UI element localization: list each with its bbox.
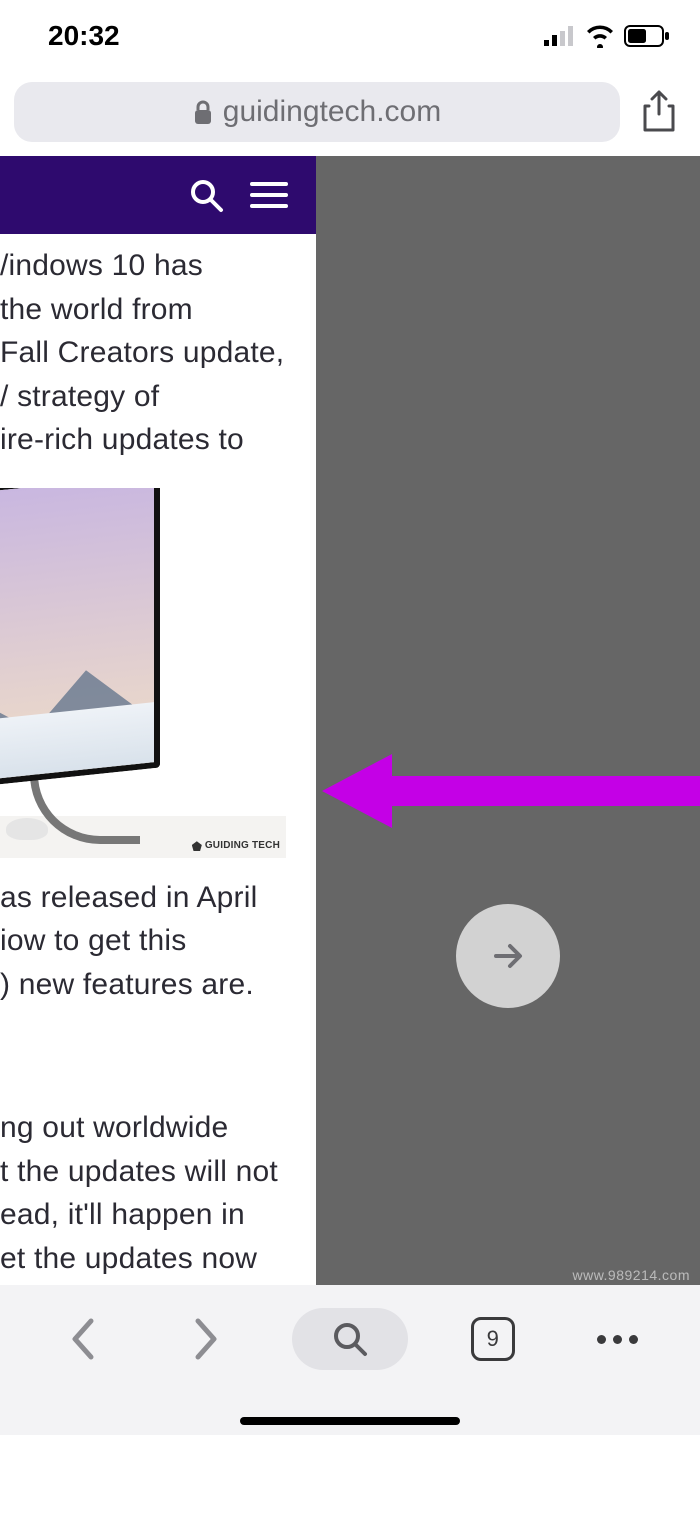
status-indicators bbox=[544, 24, 670, 48]
ellipsis-icon bbox=[597, 1335, 638, 1344]
status-bar: 20:32 bbox=[0, 0, 700, 72]
url-text: guidingtech.com bbox=[223, 95, 441, 129]
text-line: ) new features are. bbox=[0, 968, 254, 1001]
tab-count: 9 bbox=[487, 1326, 499, 1352]
hamburger-icon[interactable] bbox=[250, 180, 288, 210]
text-line: t the updates will not bbox=[0, 1155, 278, 1188]
text-line: et the updates now bbox=[0, 1242, 257, 1275]
more-button[interactable] bbox=[578, 1309, 658, 1369]
home-indicator[interactable] bbox=[240, 1417, 460, 1425]
article-image: GUIDING TECH bbox=[0, 488, 286, 858]
page-watermark: www.989214.com bbox=[572, 1267, 690, 1283]
clock: 20:32 bbox=[48, 20, 120, 52]
lock-icon bbox=[193, 99, 213, 125]
address-bar-row: guidingtech.com bbox=[0, 72, 700, 156]
forward-nav-indicator bbox=[456, 904, 560, 1008]
forward-button[interactable] bbox=[167, 1309, 247, 1369]
text-line: as released in April bbox=[0, 881, 257, 914]
search-icon[interactable] bbox=[188, 177, 224, 213]
article-body: /indows 10 has the world from Fall Creat… bbox=[0, 234, 316, 1280]
text-line: the world from bbox=[0, 293, 193, 326]
text-line: ire-rich updates to bbox=[0, 423, 244, 456]
text-line: iow to get this bbox=[0, 924, 186, 957]
text-line: ead, it'll happen in bbox=[0, 1198, 245, 1231]
tabs-button[interactable]: 9 bbox=[453, 1309, 533, 1369]
share-button[interactable] bbox=[632, 85, 686, 139]
text-line: ng out worldwide bbox=[0, 1111, 228, 1144]
site-header bbox=[0, 156, 316, 234]
battery-icon bbox=[624, 25, 670, 47]
swipe-left-annotation-icon bbox=[322, 746, 700, 836]
text-line: /indows 10 has bbox=[0, 249, 203, 282]
browser-toolbar: 9 bbox=[0, 1285, 700, 1435]
previous-page-peek: /indows 10 has the world from Fall Creat… bbox=[0, 156, 316, 1435]
text-line: / strategy of bbox=[0, 380, 159, 413]
chevron-left-icon bbox=[69, 1317, 95, 1361]
back-button[interactable] bbox=[42, 1309, 122, 1369]
address-bar[interactable]: guidingtech.com bbox=[14, 82, 620, 142]
share-icon bbox=[641, 90, 677, 134]
image-watermark: GUIDING TECH bbox=[192, 839, 280, 854]
toolbar-search-button[interactable] bbox=[292, 1308, 408, 1370]
search-icon bbox=[332, 1321, 368, 1357]
web-content-viewport[interactable]: /indows 10 has the world from Fall Creat… bbox=[0, 156, 700, 1435]
text-line: Fall Creators update, bbox=[0, 336, 284, 369]
wifi-icon bbox=[584, 24, 616, 48]
chevron-right-icon bbox=[194, 1317, 220, 1361]
cellular-icon bbox=[544, 26, 576, 46]
tab-count-box: 9 bbox=[471, 1317, 515, 1361]
arrow-right-icon bbox=[488, 936, 528, 976]
